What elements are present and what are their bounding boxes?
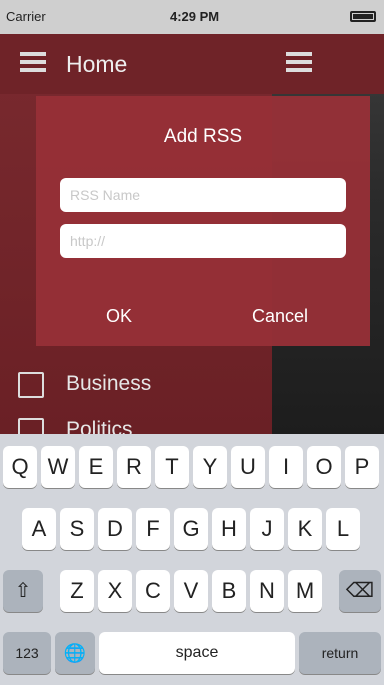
shift-key[interactable]: ⇧ — [3, 570, 43, 612]
key-v[interactable]: V — [174, 570, 208, 612]
key-h[interactable]: H — [212, 508, 246, 550]
dialog-title: Add RSS — [163, 126, 243, 147]
delete-key[interactable]: ⌫ — [339, 570, 381, 612]
sidebar-item-business[interactable]: Business — [0, 362, 272, 410]
key-j[interactable]: J — [250, 508, 284, 550]
key-p[interactable]: P — [345, 446, 379, 488]
key-x[interactable]: X — [98, 570, 132, 612]
key-a[interactable]: A — [22, 508, 56, 550]
key-o[interactable]: O — [307, 446, 341, 488]
globe-key[interactable]: 🌐 — [55, 632, 95, 674]
rss-url-field[interactable] — [60, 224, 346, 258]
key-b[interactable]: B — [212, 570, 246, 612]
carrier-label: Carrier — [6, 9, 46, 24]
key-d[interactable]: D — [98, 508, 132, 550]
return-key[interactable]: return — [299, 632, 381, 674]
status-bar: Carrier 4:29 PM — [0, 0, 384, 34]
ok-button[interactable]: OK — [106, 306, 132, 327]
key-i[interactable]: I — [269, 446, 303, 488]
key-n[interactable]: N — [250, 570, 284, 612]
key-y[interactable]: Y — [193, 446, 227, 488]
cancel-button[interactable]: Cancel — [252, 306, 308, 327]
key-f[interactable]: F — [136, 508, 170, 550]
battery-icon — [350, 11, 376, 22]
key-w[interactable]: W — [41, 446, 75, 488]
key-m[interactable]: M — [288, 570, 322, 612]
key-k[interactable]: K — [288, 508, 322, 550]
sidebar-item-label: Business — [66, 372, 152, 395]
key-s[interactable]: S — [60, 508, 94, 550]
space-key[interactable]: space — [99, 632, 295, 674]
add-rss-dialog: Add RSS OK Cancel — [36, 96, 370, 346]
home-label: Home — [66, 51, 128, 77]
home-row[interactable]: Home — [0, 34, 384, 94]
key-g[interactable]: G — [174, 508, 208, 550]
key-l[interactable]: L — [326, 508, 360, 550]
key-t[interactable]: T — [155, 446, 189, 488]
status-time: 4:29 PM — [170, 9, 220, 24]
chart-icon — [18, 372, 44, 398]
numbers-key[interactable]: 123 — [3, 632, 51, 674]
key-c[interactable]: C — [136, 570, 170, 612]
menu-icon-right[interactable] — [286, 52, 312, 74]
menu-icon[interactable] — [20, 52, 46, 74]
key-e[interactable]: E — [79, 446, 113, 488]
key-z[interactable]: Z — [60, 570, 94, 612]
key-r[interactable]: R — [117, 446, 151, 488]
key-u[interactable]: U — [231, 446, 265, 488]
keyboard: Q W E R T Y U I O P A S D F G H J K L ⇧ … — [0, 434, 384, 685]
rss-name-field[interactable] — [60, 178, 346, 212]
key-q[interactable]: Q — [3, 446, 37, 488]
